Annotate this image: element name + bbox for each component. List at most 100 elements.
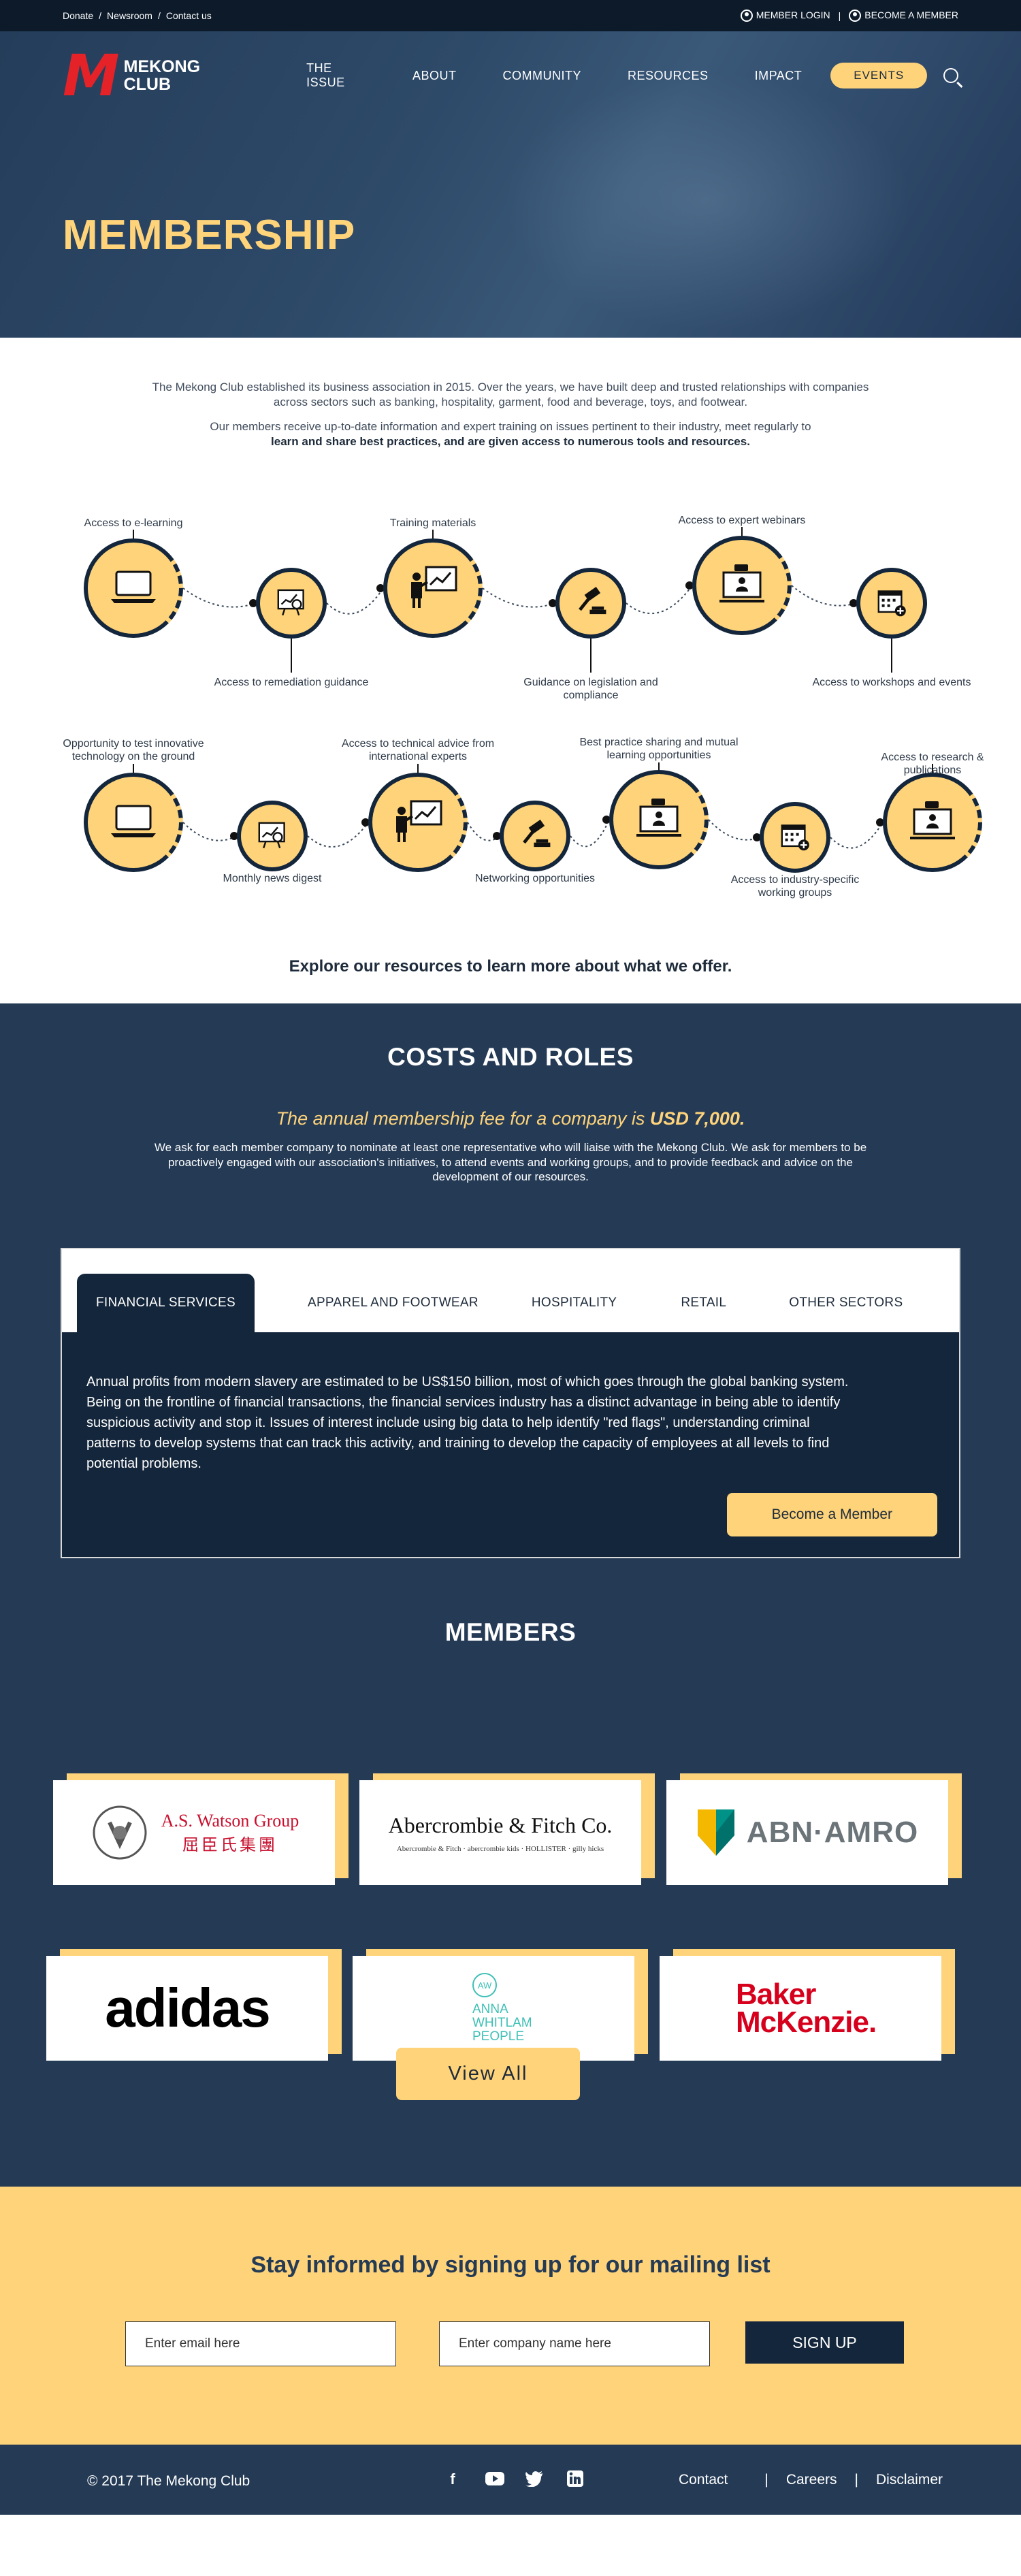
membership-fee: The annual membership fee for a company … bbox=[0, 1108, 1021, 1129]
footer-contact-link[interactable]: Contact bbox=[679, 2472, 728, 2488]
search-icon[interactable] bbox=[943, 68, 958, 83]
page-title: MEMBERSHIP bbox=[63, 212, 356, 259]
events-button[interactable]: EVENTS bbox=[830, 63, 928, 88]
member-card-adidas[interactable]: adidas bbox=[46, 1949, 342, 2061]
benefit-node bbox=[84, 773, 183, 873]
connector-line bbox=[830, 822, 884, 849]
costs-title: COSTS AND ROLES bbox=[387, 1043, 634, 1072]
webinar-icon bbox=[909, 800, 956, 846]
hero-banner: M MEKONG CLUB THE ISSUE ABOUT COMMUNITY R… bbox=[0, 31, 1021, 338]
adidas-name: adidas bbox=[105, 1978, 270, 2039]
view-all-button[interactable]: View All bbox=[396, 2048, 580, 2101]
tab-financial-services[interactable]: FINANCIAL SERVICES bbox=[77, 1274, 255, 1333]
logo-text: MEKONG CLUB bbox=[124, 58, 201, 94]
mekong-club-logo[interactable]: M MEKONG CLUB bbox=[63, 47, 200, 104]
benefits-diagram: Explore our resources to learn more abou… bbox=[0, 459, 1021, 1003]
member-card-baker-mckenzie[interactable]: Baker McKenzie. bbox=[660, 1949, 955, 2061]
benefit-node bbox=[883, 773, 982, 873]
members-title: MEMBERS bbox=[444, 1618, 577, 1647]
abn-amro-shield-icon bbox=[697, 1809, 734, 1856]
tab-retail[interactable]: RETAIL bbox=[662, 1274, 745, 1332]
as-watson-logo: A.S. Watson Group 屈臣氏集團 bbox=[53, 1780, 335, 1886]
tab-other-sectors[interactable]: OTHER SECTORS bbox=[770, 1274, 922, 1332]
benefit-label: Access to workshops and events bbox=[812, 677, 971, 689]
member-card-abercrombie[interactable]: Abercrombie & Fitch Co. Abercrombie & Fi… bbox=[359, 1773, 655, 1886]
company-name-input[interactable]: Enter company name here bbox=[439, 2321, 710, 2367]
connector-line bbox=[482, 587, 556, 608]
logo-line-1: MEKONG bbox=[123, 57, 201, 76]
benefit-node bbox=[856, 568, 927, 639]
main-nav: M MEKONG CLUB THE ISSUE ABOUT COMMUNITY R… bbox=[0, 31, 1021, 120]
tab-apparel-footwear[interactable]: APPAREL AND FOOTWEAR bbox=[289, 1274, 498, 1332]
nav-item-resources[interactable]: RESOURCES bbox=[628, 69, 709, 83]
connector-line bbox=[182, 587, 257, 608]
chart-board-icon bbox=[256, 818, 289, 854]
adidas-logo: adidas bbox=[46, 1956, 328, 2061]
costs-description: We ask for each member company to nomina… bbox=[154, 1141, 867, 1183]
connector-line bbox=[307, 822, 369, 848]
logo-line-2: CLUB bbox=[123, 75, 172, 94]
footer-disclaimer-link[interactable]: Disclaimer bbox=[876, 2472, 943, 2488]
watson-name: A.S. Watson Group bbox=[161, 1810, 299, 1831]
footer-careers-link[interactable]: Careers bbox=[786, 2472, 837, 2488]
benefit-node bbox=[760, 802, 830, 873]
member-card-anna-whitlam[interactable]: AW ANNA WHITLAM PEOPLE bbox=[353, 1949, 648, 2061]
become-member-link[interactable]: BECOME A MEMBER bbox=[849, 10, 958, 22]
nav-item-impact[interactable]: IMPACT bbox=[755, 69, 803, 83]
anna-whitlam-logo: AW ANNA WHITLAM PEOPLE bbox=[353, 1956, 634, 2061]
twitter-icon[interactable] bbox=[525, 2470, 543, 2488]
fee-amount: USD 7,000. bbox=[649, 1108, 745, 1129]
email-input[interactable]: Enter email here bbox=[125, 2321, 396, 2367]
benefit-node bbox=[555, 568, 626, 639]
watson-chinese-name: 屈臣氏集團 bbox=[182, 1836, 278, 1854]
separator: / bbox=[99, 10, 102, 21]
facebook-icon[interactable]: f bbox=[444, 2470, 461, 2488]
watson-text: A.S. Watson Group 屈臣氏集團 bbox=[161, 1811, 299, 1855]
contact-us-link[interactable]: Contact us bbox=[166, 10, 212, 21]
calendar-icon bbox=[779, 820, 811, 855]
divider: | bbox=[854, 2472, 858, 2488]
copyright-text: © 2017 The Mekong Club bbox=[87, 2473, 250, 2490]
member-card-abn-amro[interactable]: ABN·AMRO bbox=[666, 1773, 962, 1886]
benefit-label: Guidance on legislation and compliance bbox=[523, 677, 658, 701]
presenter-icon bbox=[407, 563, 459, 614]
benefit-label: Access to e-learning bbox=[84, 517, 183, 530]
connector-line bbox=[708, 819, 760, 841]
benefit-label: Training materials bbox=[389, 517, 476, 530]
top-utility-bar: Donate / Newsroom / Contact us MEMBER LO… bbox=[0, 0, 1021, 31]
newsroom-link[interactable]: Newsroom bbox=[107, 10, 152, 21]
member-card-as-watson[interactable]: A.S. Watson Group 屈臣氏集團 bbox=[53, 1773, 349, 1886]
separator: / bbox=[157, 10, 161, 21]
user-icon bbox=[740, 10, 753, 22]
tab-hospitality[interactable]: HOSPITALITY bbox=[513, 1274, 636, 1332]
abercrombie-name: Abercrombie & Fitch Co. bbox=[388, 1812, 613, 1837]
anna-whitlam-mark: AW bbox=[472, 1973, 497, 1998]
nav-item-community[interactable]: COMMUNITY bbox=[503, 69, 582, 83]
abn-amro-logo: ABN·AMRO bbox=[666, 1780, 948, 1886]
fee-prefix: The annual membership fee for a company … bbox=[276, 1108, 645, 1129]
connector-line bbox=[791, 585, 857, 607]
mailing-list-section: Stay informed by signing up for our mail… bbox=[0, 2187, 1021, 2445]
member-login-label: MEMBER LOGIN bbox=[756, 9, 830, 20]
tab-panel-text: Annual profits from modern slavery are e… bbox=[86, 1374, 849, 1472]
baker-mckenzie-logo: Baker McKenzie. bbox=[660, 1956, 941, 2061]
nav-item-the-issue[interactable]: THE ISSUE bbox=[306, 61, 366, 90]
benefit-node bbox=[237, 801, 308, 872]
benefit-label: Access to expert webinars bbox=[678, 515, 806, 527]
become-member-button[interactable]: Become a Member bbox=[726, 1493, 937, 1537]
benefit-label: Opportunity to test innovative technolog… bbox=[63, 738, 204, 762]
sign-up-button[interactable]: SIGN UP bbox=[745, 2321, 904, 2364]
gavel-icon bbox=[517, 818, 552, 854]
member-login-link[interactable]: MEMBER LOGIN bbox=[740, 9, 830, 22]
intro-p2-text: Our members receive up-to-date informati… bbox=[210, 420, 811, 434]
intro-p2-bold: learn and share best practices, and are … bbox=[271, 435, 750, 449]
benefit-label: Access to industry-specific working grou… bbox=[730, 874, 860, 899]
benefit-node bbox=[256, 568, 327, 639]
donate-link[interactable]: Donate bbox=[63, 10, 93, 21]
youtube-icon[interactable] bbox=[485, 2470, 504, 2488]
laptop-icon bbox=[110, 568, 157, 609]
linkedin-icon[interactable] bbox=[566, 2470, 584, 2488]
nav-item-about[interactable]: ABOUT bbox=[412, 69, 457, 83]
benefit-label: Access to technical advice from internat… bbox=[341, 738, 495, 762]
mailing-title: Stay informed by signing up for our mail… bbox=[250, 2252, 771, 2279]
